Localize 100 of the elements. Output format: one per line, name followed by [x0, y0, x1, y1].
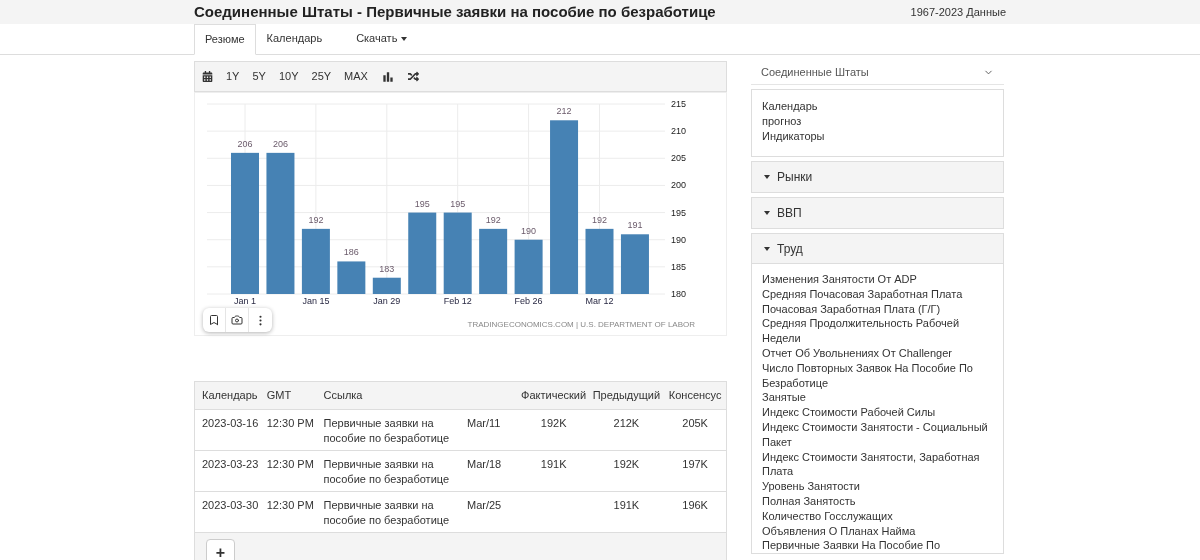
indicator-link[interactable]: Средняя Продолжительность Рабочей Недели	[762, 316, 993, 346]
indicator-link[interactable]: Количество Госслужащих	[762, 508, 993, 524]
indicator-link[interactable]: Первичные Заявки На Пособие По	[762, 538, 993, 554]
range-button[interactable]: 25Y	[311, 68, 332, 85]
data-label: 192	[592, 214, 607, 225]
bar	[479, 228, 508, 294]
x-tick-label: Jan 29	[373, 296, 401, 306]
tab[interactable]: Календарь	[255, 23, 334, 54]
data-label: 191	[627, 220, 643, 231]
x-tick-label: Jan 1	[234, 296, 256, 306]
bar	[337, 261, 366, 294]
table-cell: Первичные заявки на пособие по безработице	[323, 417, 450, 444]
column-header: Календарь	[202, 389, 258, 402]
bar	[620, 234, 649, 294]
page-title: Соединенные Штаты - Первичные заявки на пособие по безработице	[194, 1, 716, 22]
data-label: 186	[343, 247, 359, 258]
table-cell: 2023-03-30	[202, 499, 259, 511]
data-label: 183	[379, 263, 395, 274]
y-tick-label: 200	[671, 180, 687, 191]
bar	[372, 277, 401, 294]
table-cell: 12:30 PM	[266, 458, 314, 470]
download-dropdown[interactable]: Скачать	[345, 23, 419, 54]
table-cell: 196K	[682, 499, 708, 511]
accordion-header[interactable]: Труд	[752, 234, 1003, 264]
table-cell: Mar/25	[467, 499, 502, 511]
table-cell: 192K	[613, 458, 640, 470]
tab[interactable]: Резюме	[194, 24, 256, 55]
x-tick-label: Feb 12	[443, 296, 472, 306]
data-label: 212	[556, 106, 572, 117]
table-cell: 212K	[613, 417, 640, 429]
range-button[interactable]: 10Y	[278, 68, 299, 85]
range-button[interactable]: MAX	[344, 68, 368, 85]
x-tick-label: Jan 15	[302, 296, 330, 306]
data-label: 190	[521, 225, 537, 236]
x-tick-label: Mar 12	[585, 296, 614, 306]
country-select[interactable]: Соединенные Штаты	[751, 61, 1004, 85]
column-header: Консенсус	[668, 389, 722, 402]
column-header: Ссылка	[323, 389, 363, 402]
table-cell: Первичные заявки на пособие по безработице	[323, 458, 450, 485]
accordion-header[interactable]: Рынки	[752, 162, 1003, 192]
data-label: 195	[450, 198, 466, 209]
indicator-link[interactable]: Средняя Почасовая Заработная Плата	[762, 286, 993, 302]
y-tick-label: 190	[671, 234, 687, 245]
data-range: 1967-2023 Данные	[910, 4, 1006, 20]
table-cell: 12:30 PM	[266, 499, 314, 511]
table-cell: 2023-03-16	[202, 417, 259, 429]
indicator-link[interactable]: Индекс Стоимости Рабочей Силы	[762, 405, 993, 420]
data-label: 195	[414, 198, 430, 209]
bar	[514, 239, 543, 294]
calendar-icon[interactable]	[202, 71, 213, 82]
indicator-link[interactable]: Объявления О Планах Найма	[762, 523, 993, 539]
indicator-link[interactable]: Полная Занятость	[762, 493, 993, 509]
table-cell: 192K	[540, 417, 567, 429]
sidebar-link[interactable]: Индикаторы	[762, 129, 993, 144]
caret-icon	[401, 36, 408, 41]
table-cell: Первичные заявки на пособие по безработице	[323, 499, 450, 526]
data-label: 206	[272, 138, 288, 149]
data-label: 192	[308, 214, 324, 225]
bar-chart-icon[interactable]	[380, 69, 395, 84]
bookmark-icon	[208, 314, 220, 326]
table-cell: Mar/18	[467, 458, 502, 470]
table-cell: 197K	[682, 458, 708, 470]
indicator-link[interactable]: Индекс Стоимости Занятости, Заработная Плата	[762, 449, 993, 480]
table-cell: Mar/11	[467, 417, 501, 429]
range-button[interactable]: 1Y	[226, 68, 240, 85]
y-tick-label: 180	[671, 289, 687, 299]
accordion-header[interactable]: ВВП	[752, 198, 1003, 228]
y-tick-label: 215	[671, 99, 687, 109]
indicator-link[interactable]: Занятые	[762, 390, 993, 406]
bar	[585, 228, 614, 294]
x-tick-label: Feb 26	[514, 296, 543, 306]
caret-icon	[764, 175, 770, 179]
table-cell: 2023-03-23	[202, 458, 259, 470]
y-tick-label: 210	[671, 126, 687, 137]
y-tick-label: 205	[671, 153, 687, 164]
indicator-link[interactable]: Число Повторных Заявок На Пособие По Безработице	[762, 360, 993, 391]
range-button[interactable]: 5Y	[252, 68, 266, 85]
table-cell: 191K	[540, 458, 567, 470]
caret-icon	[764, 246, 770, 251]
y-tick-label: 185	[671, 261, 687, 272]
data-label: 206	[237, 138, 253, 149]
indicator-link[interactable]: Уровень Занятости	[762, 479, 993, 494]
indicator-link[interactable]: Индекс Стоимости Занятости - Социальный Пакет	[762, 419, 993, 450]
column-header: Предыдущий	[592, 389, 661, 402]
sidebar-link[interactable]: Календарь	[762, 99, 993, 114]
camera-icon	[231, 314, 243, 326]
shuffle-icon[interactable]	[407, 71, 419, 82]
sidebar-link[interactable]: прогноз	[762, 114, 993, 129]
column-header: GMT	[266, 389, 292, 402]
table-cell: 191K	[613, 499, 640, 511]
column-header: Фактический	[521, 389, 587, 402]
indicator-link[interactable]: Отчет Об Увольнениях От Challenger	[762, 346, 993, 361]
caret-icon	[764, 211, 770, 215]
add-button[interactable]: +	[206, 539, 235, 560]
bar	[301, 228, 330, 294]
source-note: TRADINGECONOMICS.COM | U.S. DEPARTMENT OF LABOR	[467, 320, 695, 329]
y-tick-label: 195	[671, 207, 687, 218]
indicator-link[interactable]: Изменения Занятости От ADP	[762, 272, 993, 287]
indicator-link[interactable]: Почасовая Заработная Плата (Г/Г)	[762, 301, 993, 317]
table-cell: 12:30 PM	[266, 417, 314, 429]
